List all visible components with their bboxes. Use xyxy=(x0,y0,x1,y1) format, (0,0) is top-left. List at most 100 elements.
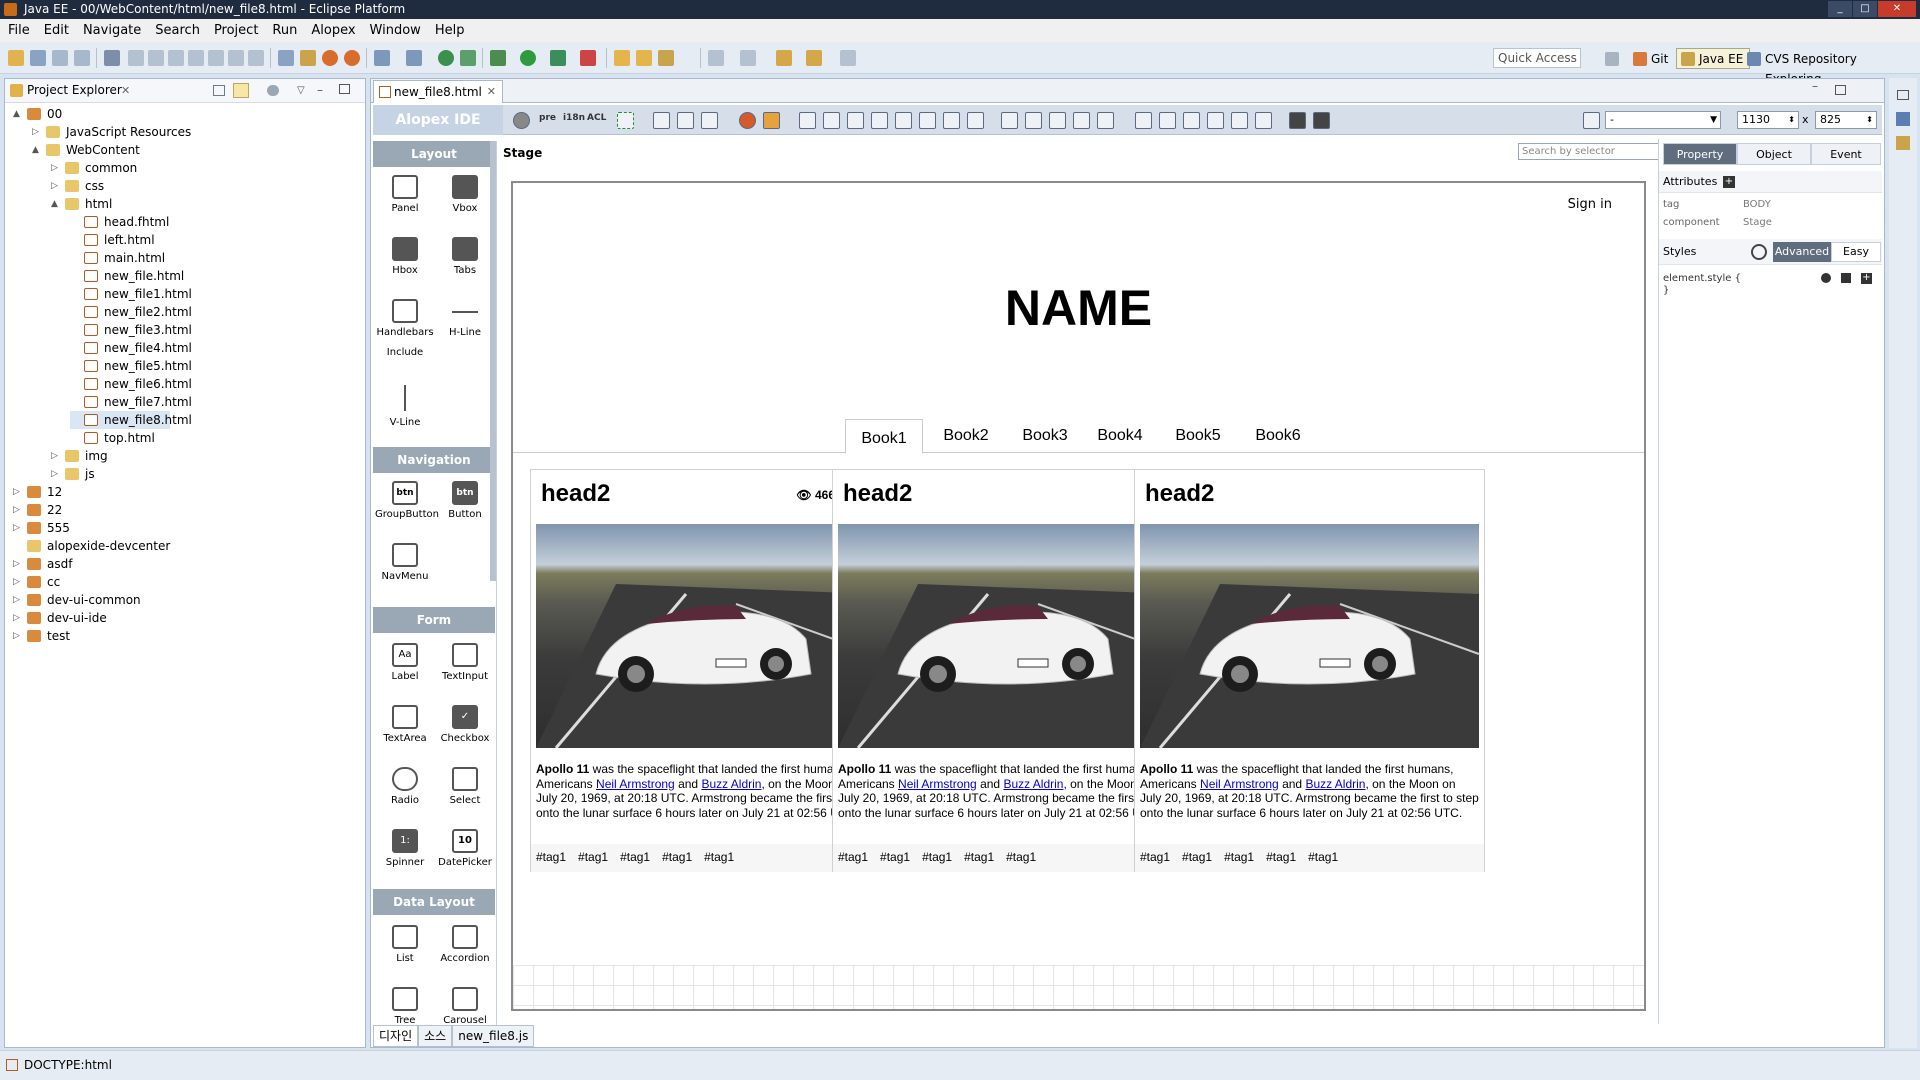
tag-link[interactable]: #tag1 xyxy=(880,850,910,864)
collapse-all-icon[interactable] xyxy=(213,85,225,96)
margin-bottom-icon[interactable] xyxy=(1073,112,1090,129)
image-grid-icon[interactable] xyxy=(701,112,718,129)
tree-item[interactable]: ▷ 12 xyxy=(13,483,313,501)
outline-icon[interactable] xyxy=(1896,112,1910,126)
menu-help[interactable]: Help xyxy=(431,23,475,38)
margin-right-icon[interactable] xyxy=(1025,112,1042,129)
palette-item-radio[interactable]: Radio xyxy=(375,767,435,806)
deploy-icon[interactable] xyxy=(460,50,476,66)
tree-item[interactable]: ▲ WebContent xyxy=(32,141,332,159)
tag-link[interactable]: #tag1 xyxy=(704,850,734,864)
margin-left-icon[interactable] xyxy=(1001,112,1018,129)
margin-all-icon[interactable] xyxy=(1097,112,1114,129)
suspend-icon[interactable] xyxy=(148,50,164,66)
palette-section-data-layout[interactable]: Data Layout xyxy=(373,889,495,915)
console-icon[interactable] xyxy=(278,50,294,66)
table-grid-icon[interactable] xyxy=(677,112,694,129)
menu-project[interactable]: Project xyxy=(210,23,268,38)
restore-icon[interactable] xyxy=(1897,90,1909,100)
forward-icon[interactable] xyxy=(840,50,856,66)
collapsed-twisty-icon[interactable]: ▷ xyxy=(51,159,61,177)
tasks-icon[interactable] xyxy=(1896,136,1910,150)
close-tab-icon[interactable]: ✕ xyxy=(487,81,496,103)
menu-file[interactable]: File xyxy=(4,23,40,38)
expanded-twisty-icon[interactable]: ▲ xyxy=(13,105,23,123)
collapsed-twisty-icon[interactable]: ▷ xyxy=(51,177,61,195)
editor-tab-new-file8[interactable]: new_file8.html ✕ xyxy=(373,80,503,103)
tag-link[interactable]: #tag1 xyxy=(662,850,692,864)
palette-item-checkbox[interactable]: ✓ Checkbox xyxy=(435,705,495,744)
menu-alopex[interactable]: Alopex xyxy=(307,23,365,38)
open-task-icon[interactable] xyxy=(636,50,652,66)
tag-link[interactable]: #tag1 xyxy=(1308,850,1338,864)
resume-icon[interactable] xyxy=(128,50,144,66)
new-wizard-icon[interactable] xyxy=(374,50,390,66)
prev-annotation-icon[interactable] xyxy=(740,50,756,66)
tab-book3[interactable]: Book3 xyxy=(1009,419,1081,453)
palette-scrollbar[interactable] xyxy=(490,141,496,581)
palette-item-tree[interactable]: Tree xyxy=(375,987,435,1025)
palette-item-vline[interactable]: V-Line xyxy=(375,385,435,428)
tree-item[interactable]: main.html xyxy=(70,249,370,267)
tag-link[interactable]: #tag1 xyxy=(1182,850,1212,864)
tab-js[interactable]: new_file8.js xyxy=(452,1025,535,1047)
align-center-h-icon[interactable] xyxy=(919,112,936,129)
tree-item[interactable]: new_file2.html xyxy=(70,303,370,321)
view-menu-icon[interactable]: ▽ xyxy=(297,79,305,102)
quick-access-input[interactable]: Quick Access xyxy=(1493,48,1581,68)
buzz-aldrin-link[interactable]: Buzz Aldrin xyxy=(1305,777,1365,791)
tree-item[interactable]: new_file4.html xyxy=(70,339,370,357)
align-left-icon[interactable] xyxy=(799,112,816,129)
canvas-size-icon[interactable] xyxy=(1583,112,1600,129)
palette-item-hbox[interactable]: Hbox xyxy=(375,237,435,276)
tab-book5[interactable]: Book5 xyxy=(1161,419,1235,453)
add-attribute-icon[interactable]: + xyxy=(1723,176,1735,188)
height-spinner-icon[interactable]: ⬍ xyxy=(1866,112,1873,128)
filter-icon[interactable] xyxy=(267,85,279,96)
minimize-view-icon[interactable]: – xyxy=(317,79,323,102)
margin-top-icon[interactable] xyxy=(1049,112,1066,129)
palette-item-accordion[interactable]: Accordion xyxy=(435,925,495,964)
add-style-icon[interactable]: + xyxy=(1861,273,1872,284)
content-card[interactable]: head2👁 466 📢 38Apollo 11 was the spacefl… xyxy=(530,469,881,872)
canvas-height-input[interactable]: 825 ⬍ xyxy=(1815,111,1877,129)
maximize-button[interactable]: □ xyxy=(1853,1,1877,17)
tree-item[interactable]: new_file3.html xyxy=(70,321,370,339)
buzz-aldrin-link[interactable]: Buzz Aldrin xyxy=(701,777,761,791)
alopex-run-icon[interactable] xyxy=(322,50,338,66)
last-edit-icon[interactable] xyxy=(776,50,792,66)
tree-item[interactable]: new_file5.html xyxy=(70,357,370,375)
tree-item[interactable]: ▷ 22 xyxy=(13,501,313,519)
menu-search[interactable]: Search xyxy=(151,23,210,38)
collapsed-twisty-icon[interactable]: ▷ xyxy=(13,627,23,645)
tree-item[interactable]: new_file8.html xyxy=(70,411,192,429)
tree-item[interactable]: ▷ js xyxy=(51,465,351,483)
acl-button[interactable]: ACL xyxy=(587,113,606,123)
width-spinner-icon[interactable]: ⬍ xyxy=(1788,112,1795,128)
tree-item[interactable]: alopexide-devcenter xyxy=(13,537,313,555)
tree-item[interactable]: head.fhtml xyxy=(70,213,370,231)
align-top-icon[interactable] xyxy=(847,112,864,129)
collapsed-twisty-icon[interactable]: ▷ xyxy=(51,465,61,483)
perspective-cvs[interactable]: CVS Repository Exploring xyxy=(1742,48,1920,86)
menu-run[interactable]: Run xyxy=(268,23,307,38)
collapsed-twisty-icon[interactable]: ▷ xyxy=(13,519,23,537)
open-perspective-button[interactable] xyxy=(1602,48,1620,69)
attr-value[interactable]: BODY xyxy=(1743,199,1843,210)
neil-armstrong-link[interactable]: Neil Armstrong xyxy=(596,777,675,791)
tab-design[interactable]: 디자인 xyxy=(373,1025,419,1047)
collapsed-twisty-icon[interactable]: ▷ xyxy=(13,591,23,609)
tag-link[interactable]: #tag1 xyxy=(536,850,566,864)
next-annotation-icon[interactable] xyxy=(708,50,724,66)
close-view-icon[interactable]: ✕ xyxy=(121,79,130,102)
color-picker-icon[interactable] xyxy=(739,112,756,129)
canvas-width-input[interactable]: 1130 ⬍ xyxy=(1737,111,1799,129)
collapsed-twisty-icon[interactable]: ▷ xyxy=(13,501,23,519)
tag-link[interactable]: #tag1 xyxy=(1266,850,1296,864)
collapsed-twisty-icon[interactable]: ▷ xyxy=(51,447,61,465)
menu-edit[interactable]: Edit xyxy=(40,23,79,38)
step-over-icon[interactable] xyxy=(228,50,244,66)
tag-link[interactable]: #tag1 xyxy=(1224,850,1254,864)
palette-item-textarea[interactable]: TextArea xyxy=(375,705,435,744)
refresh-icon[interactable] xyxy=(1751,244,1767,260)
